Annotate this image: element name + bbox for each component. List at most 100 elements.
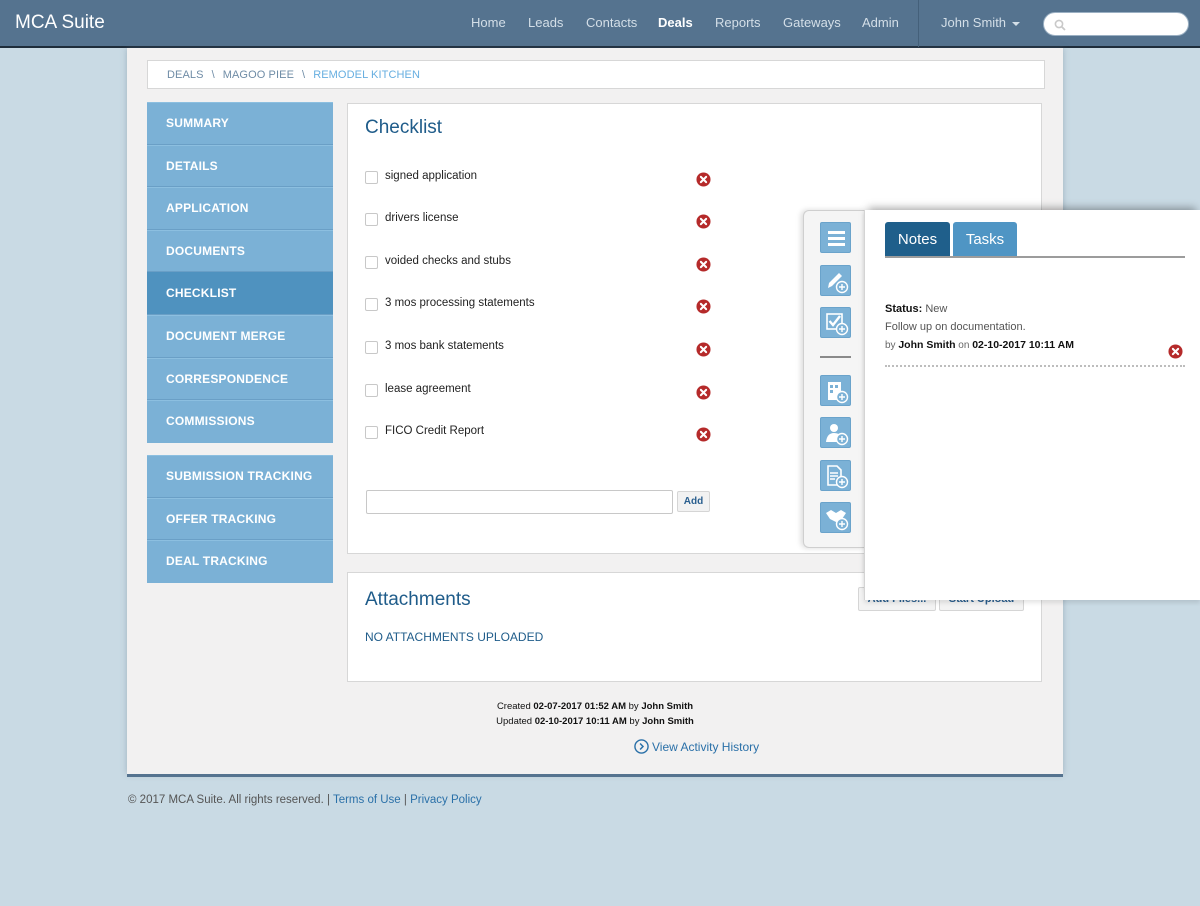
attachments-title: Attachments	[365, 589, 471, 610]
breadcrumb: DEALS \ MAGOO PIEE \ REMODEL KITCHEN	[147, 60, 1045, 89]
checklist-checkbox[interactable]	[365, 256, 378, 269]
checklist-item-label: FICO Credit Report	[385, 425, 485, 437]
copyright-text: © 2017 MCA Suite. All rights reserved.	[128, 794, 324, 806]
note-author: John Smith	[898, 339, 956, 351]
search-icon	[1054, 19, 1066, 31]
user-menu[interactable]: John Smith	[941, 15, 1021, 30]
sidebar-main-nav: SUMMARY DETAILS APPLICATION DOCUMENTS CH…	[147, 102, 333, 443]
app-logo[interactable]: MCA Suite	[15, 12, 105, 34]
sidebar-item-document-merge[interactable]: DOCUMENT MERGE	[147, 315, 333, 358]
breadcrumb-merchant[interactable]: MAGOO PIEE	[223, 69, 294, 81]
updated-info: Updated 02-10-2017 10:11 AM by John Smit…	[496, 716, 694, 727]
checklist-checkbox[interactable]	[365, 341, 378, 354]
created-timestamp: 02-07-2017 01:52 AM	[533, 701, 626, 712]
checklist-item-label: lease agreement	[385, 383, 471, 395]
sidebar-item-offer-tracking[interactable]: OFFER TRACKING	[147, 498, 333, 541]
checklist-checkbox[interactable]	[365, 298, 378, 311]
checklist-checkbox[interactable]	[365, 426, 378, 439]
breadcrumb-separator: \	[302, 69, 306, 81]
nav-divider	[918, 0, 919, 47]
add-contact-icon	[826, 424, 849, 446]
add-business-button[interactable]	[820, 375, 851, 406]
user-name: John Smith	[941, 15, 1007, 30]
add-deal-button[interactable]	[820, 502, 851, 533]
add-task-icon	[826, 313, 849, 336]
sidebar-item-documents[interactable]: DOCUMENTS	[147, 230, 333, 273]
checklist-item-label: drivers license	[385, 212, 459, 224]
menu-icon	[828, 231, 845, 246]
sidebar-item-commissions[interactable]: COMMISSIONS	[147, 400, 333, 443]
drawer-menu-button[interactable]	[820, 222, 851, 253]
checklist-item: drivers license	[365, 210, 715, 230]
privacy-policy-link[interactable]: Privacy Policy	[410, 794, 482, 806]
add-note-button[interactable]	[820, 265, 851, 296]
remove-icon[interactable]	[696, 172, 711, 187]
remove-icon[interactable]	[696, 299, 711, 314]
breadcrumb-separator: \	[211, 69, 215, 81]
remove-note-icon[interactable]	[1168, 344, 1183, 359]
checklist-checkbox[interactable]	[365, 384, 378, 397]
notes-drawer: Notes Tasks Status: New Follow up on doc…	[864, 210, 1200, 600]
add-task-button[interactable]	[820, 307, 851, 338]
nav-gateways[interactable]: Gateways	[783, 15, 841, 30]
sidebar-tracking-nav: SUBMISSION TRACKING OFFER TRACKING DEAL …	[147, 455, 333, 583]
created-info: Created 02-07-2017 01:52 AM by John Smit…	[496, 701, 694, 712]
add-contact-button[interactable]	[820, 417, 851, 448]
sidebar-item-correspondence[interactable]: CORRESPONDENCE	[147, 358, 333, 401]
remove-icon[interactable]	[696, 257, 711, 272]
add-business-icon	[828, 382, 849, 404]
sidebar-item-submission-tracking[interactable]: SUBMISSION TRACKING	[147, 455, 333, 498]
note-divider	[885, 365, 1185, 367]
breadcrumb-current: REMODEL KITCHEN	[313, 69, 421, 81]
chevron-circle-right-icon	[634, 739, 649, 754]
remove-icon[interactable]	[696, 342, 711, 357]
checklist-checkbox[interactable]	[365, 171, 378, 184]
remove-icon[interactable]	[696, 214, 711, 229]
search-box	[1043, 12, 1189, 36]
checklist-item: voided checks and stubs	[365, 253, 715, 273]
sidebar-item-details[interactable]: DETAILS	[147, 145, 333, 188]
nav-home[interactable]: Home	[471, 15, 506, 30]
checklist-item: 3 mos bank statements	[365, 338, 715, 358]
add-note-icon	[828, 273, 849, 294]
checklist-item-label: signed application	[385, 170, 478, 182]
note-text: Follow up on documentation.	[885, 321, 1026, 333]
nav-admin[interactable]: Admin	[862, 15, 899, 30]
add-document-button[interactable]	[820, 460, 851, 491]
updated-by: John Smith	[642, 716, 694, 727]
search-input[interactable]	[1072, 14, 1182, 34]
remove-icon[interactable]	[696, 385, 711, 400]
nav-deals[interactable]: Deals	[658, 15, 693, 30]
no-attachments-message: NO ATTACHMENTS UPLOADED	[365, 630, 544, 644]
checklist-title: Checklist	[365, 117, 443, 138]
new-checklist-item-input[interactable]	[366, 490, 673, 514]
top-navbar: MCA Suite Home Leads Contacts Deals Repo…	[0, 0, 1200, 48]
sidebar-item-deal-tracking[interactable]: DEAL TRACKING	[147, 540, 333, 583]
sidebar-item-summary[interactable]: SUMMARY	[147, 102, 333, 145]
add-checklist-item-button[interactable]: Add	[677, 491, 710, 512]
updated-timestamp: 02-10-2017 10:11 AM	[534, 716, 627, 727]
note-timestamp: 02-10-2017 10:11 AM	[972, 339, 1074, 351]
note-status: Status: New	[885, 303, 948, 315]
terms-of-use-link[interactable]: Terms of Use	[333, 794, 401, 806]
note-author-line: by John Smith on 02-10-2017 10:11 AM	[885, 339, 1074, 351]
tab-tasks[interactable]: Tasks	[953, 222, 1017, 258]
sidebar-item-application[interactable]: APPLICATION	[147, 187, 333, 230]
container-bottom-border	[127, 774, 1063, 777]
checklist-item: FICO Credit Report	[365, 423, 715, 443]
remove-icon[interactable]	[696, 427, 711, 442]
sidebar-item-checklist[interactable]: CHECKLIST	[147, 272, 333, 315]
checklist-item-label: 3 mos bank statements	[385, 340, 504, 352]
add-document-icon	[827, 465, 849, 489]
checklist-item: 3 mos processing statements	[365, 295, 715, 315]
checklist-item: signed application	[365, 168, 715, 188]
breadcrumb-deals[interactable]: DEALS	[167, 69, 204, 81]
checklist-checkbox[interactable]	[365, 213, 378, 226]
tab-notes[interactable]: Notes	[885, 222, 950, 258]
nav-leads[interactable]: Leads	[528, 15, 563, 30]
created-by: John Smith	[641, 701, 694, 712]
nav-reports[interactable]: Reports	[715, 15, 761, 30]
view-activity-history-link[interactable]: View Activity History	[634, 739, 759, 754]
nav-contacts[interactable]: Contacts	[586, 15, 637, 30]
add-deal-icon	[826, 510, 849, 531]
